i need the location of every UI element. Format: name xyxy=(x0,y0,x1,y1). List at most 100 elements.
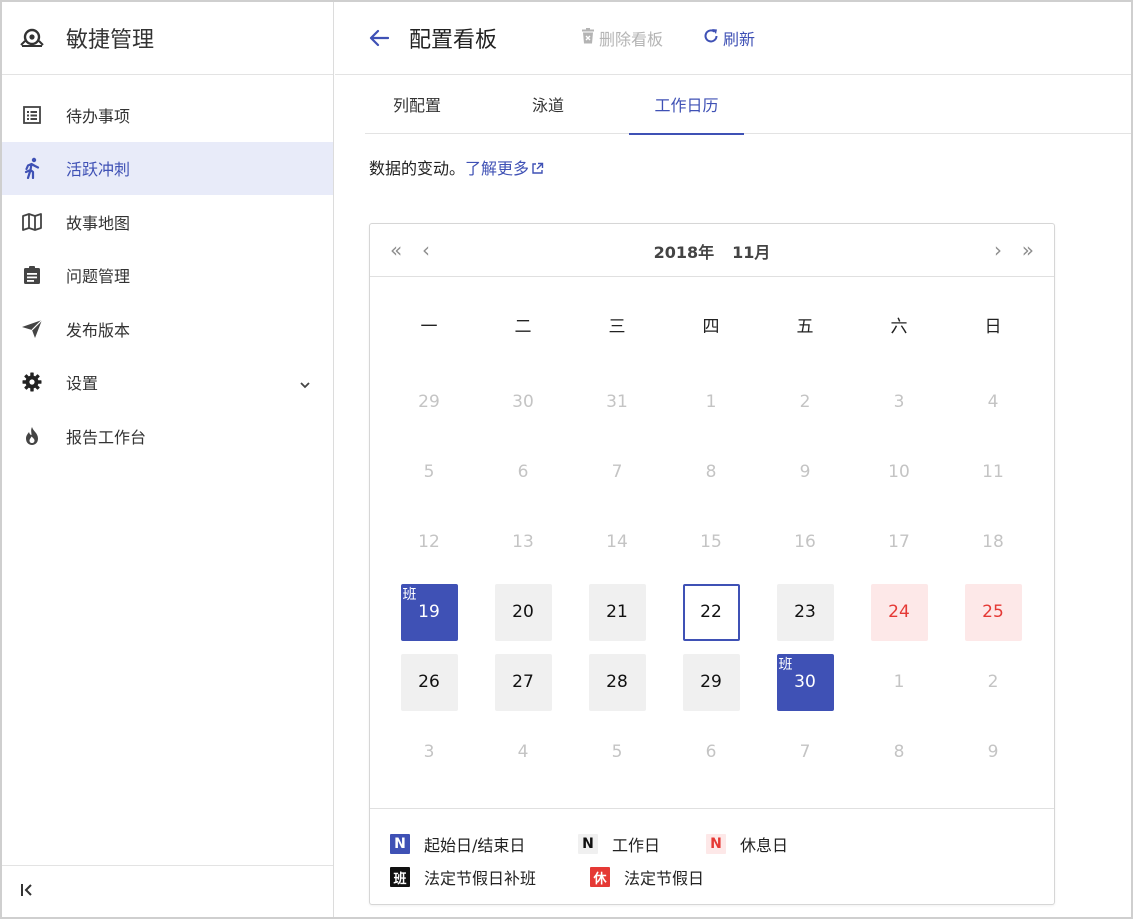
makeup-workday-tag: 班 xyxy=(402,586,417,603)
calendar-day[interactable]: 14 xyxy=(589,514,646,571)
legend-start-end: N 起始日/结束日 xyxy=(390,832,525,856)
calendar-day[interactable]: 8 xyxy=(683,444,740,501)
calendar-day[interactable]: 23 xyxy=(776,583,834,641)
calendar-day[interactable]: 7 xyxy=(777,724,834,781)
sidebar-item-releases[interactable]: 发布版本 xyxy=(2,302,333,356)
tab-content: 数据的变动。了解更多 « ‹ 2018年 11月 › » 一二三四五六日 29 30… xyxy=(335,135,1131,917)
calendar-day[interactable]: 28 xyxy=(588,653,646,711)
legend-holiday: 休 法定节假日 xyxy=(590,865,704,889)
sidebar-item-story-map[interactable]: 故事地图 xyxy=(2,195,333,249)
calendar-cell: 12 xyxy=(382,507,476,577)
calendar-day[interactable]: 20 xyxy=(494,583,552,641)
chevron-down-icon[interactable] xyxy=(299,374,311,393)
legend-label: 起始日/结束日 xyxy=(424,836,526,855)
weekday-label: 五 xyxy=(796,317,814,337)
calendar-day[interactable]: 11 xyxy=(965,444,1022,501)
tab-work-calendar[interactable]: 工作日历 xyxy=(629,76,744,135)
day-number: 22 xyxy=(700,602,722,622)
calendar-day[interactable]: 30 xyxy=(495,374,552,431)
sidebar-item-reports[interactable]: 报告工作台 xyxy=(2,409,333,463)
tab-columns[interactable]: 列配置 xyxy=(389,76,445,134)
next-month-button[interactable]: › xyxy=(994,238,1002,262)
calendar-day[interactable]: 9 xyxy=(965,724,1022,781)
day-number: 9 xyxy=(799,462,811,482)
refresh-icon xyxy=(703,28,723,48)
delete-board-label: 删除看板 xyxy=(599,30,664,49)
calendar-cell: 24 xyxy=(852,577,946,647)
calendar-day[interactable]: 13 xyxy=(495,514,552,571)
learn-more-link[interactable]: 了解更多 xyxy=(465,159,544,178)
day-number: 7 xyxy=(799,742,811,762)
calendar-cell: 28 xyxy=(570,647,664,717)
calendar-day[interactable]: 1 xyxy=(871,654,928,711)
sidebar-collapse-button[interactable] xyxy=(2,865,333,917)
calendar-cell: 13 xyxy=(476,507,570,577)
calendar-day[interactable]: 30 班 xyxy=(776,653,834,711)
sidebar-item-backlog[interactable]: 待办事项 xyxy=(2,88,333,142)
refresh-button[interactable]: 刷新 xyxy=(703,26,755,50)
day-number: 25 xyxy=(982,602,1004,622)
next-year-button[interactable]: » xyxy=(1022,238,1034,262)
calendar-day[interactable]: 29 xyxy=(401,374,458,431)
calendar-day[interactable]: 4 xyxy=(495,724,552,781)
calendar-day[interactable]: 3 xyxy=(871,374,928,431)
calendar-day[interactable]: 5 xyxy=(401,444,458,501)
calendar-day[interactable]: 2 xyxy=(777,374,834,431)
calendar-day[interactable]: 26 xyxy=(400,653,458,711)
tab-swimlanes[interactable]: 泳道 xyxy=(528,76,568,134)
calendar-day[interactable]: 15 xyxy=(683,514,740,571)
calendar-day[interactable]: 8 xyxy=(871,724,928,781)
day-number: 30 xyxy=(794,672,816,692)
calendar-day[interactable]: 3 xyxy=(401,724,458,781)
sidebar-item-issues[interactable]: 问题管理 xyxy=(2,249,333,303)
calendar-cell: 1 xyxy=(852,647,946,717)
day-number: 29 xyxy=(700,672,722,692)
calendar-day[interactable]: 5 xyxy=(589,724,646,781)
calendar-day[interactable]: 19 班 xyxy=(400,583,458,641)
gear-icon xyxy=(20,370,44,394)
calendar-day[interactable]: 24 xyxy=(870,583,928,641)
calendar-day[interactable]: 6 xyxy=(495,444,552,501)
month-selector[interactable]: 11月 xyxy=(732,243,770,262)
description-tail: 数据的变动。 xyxy=(369,159,466,178)
calendar-day[interactable]: 31 xyxy=(589,374,646,431)
calendar-day[interactable]: 16 xyxy=(777,514,834,571)
day-number: 6 xyxy=(517,462,529,482)
calendar-day[interactable]: 1 xyxy=(683,374,740,431)
sidebar-item-active-sprint[interactable]: 活跃冲刺 xyxy=(2,141,333,195)
calendar-day[interactable]: 2 xyxy=(965,654,1022,711)
calendar-cell: 18 xyxy=(946,507,1040,577)
back-arrow-icon[interactable] xyxy=(367,26,391,50)
sidebar-item-settings[interactable]: 设置 xyxy=(2,356,333,410)
calendar-day[interactable]: 17 xyxy=(871,514,928,571)
calendar-day[interactable]: 21 xyxy=(588,583,646,641)
calendar-day[interactable]: 29 xyxy=(682,653,740,711)
calendar-day[interactable]: 27 xyxy=(494,653,552,711)
calendar-cell: 3 xyxy=(852,367,946,437)
calendar-day[interactable]: 18 xyxy=(965,514,1022,571)
day-number: 20 xyxy=(512,602,534,622)
day-number: 21 xyxy=(606,602,628,622)
calendar-day[interactable]: 4 xyxy=(965,374,1022,431)
day-number: 24 xyxy=(888,602,910,622)
legend-holiday-makeup: 班 法定节假日补班 xyxy=(390,865,536,889)
calendar-day[interactable]: 9 xyxy=(777,444,834,501)
weekday-label: 二 xyxy=(514,317,532,337)
calendar-cell: 16 xyxy=(758,507,852,577)
calendar-day[interactable]: 10 xyxy=(871,444,928,501)
calendar-day[interactable]: 6 xyxy=(683,724,740,781)
calendar-day[interactable]: 22 xyxy=(682,583,740,641)
delete-board-button[interactable]: 删除看板 xyxy=(581,26,663,50)
calendar-cell: 11 xyxy=(946,437,1040,507)
day-number: 30 xyxy=(512,392,534,412)
calendar-day[interactable]: 25 xyxy=(964,583,1022,641)
calendar-day[interactable]: 7 xyxy=(589,444,646,501)
year-selector[interactable]: 2018年 xyxy=(654,243,715,262)
config-tabs: 列配置 泳道 工作日历 xyxy=(365,76,1131,135)
calendar-day[interactable]: 12 xyxy=(401,514,458,571)
calendar-cell: 26 xyxy=(382,647,476,717)
sidebar-item-label: 故事地图 xyxy=(66,213,131,233)
sidebar-item-label: 问题管理 xyxy=(66,267,131,287)
calendar-cell: 9 xyxy=(758,437,852,507)
calendar-cell: 8 xyxy=(852,717,946,787)
